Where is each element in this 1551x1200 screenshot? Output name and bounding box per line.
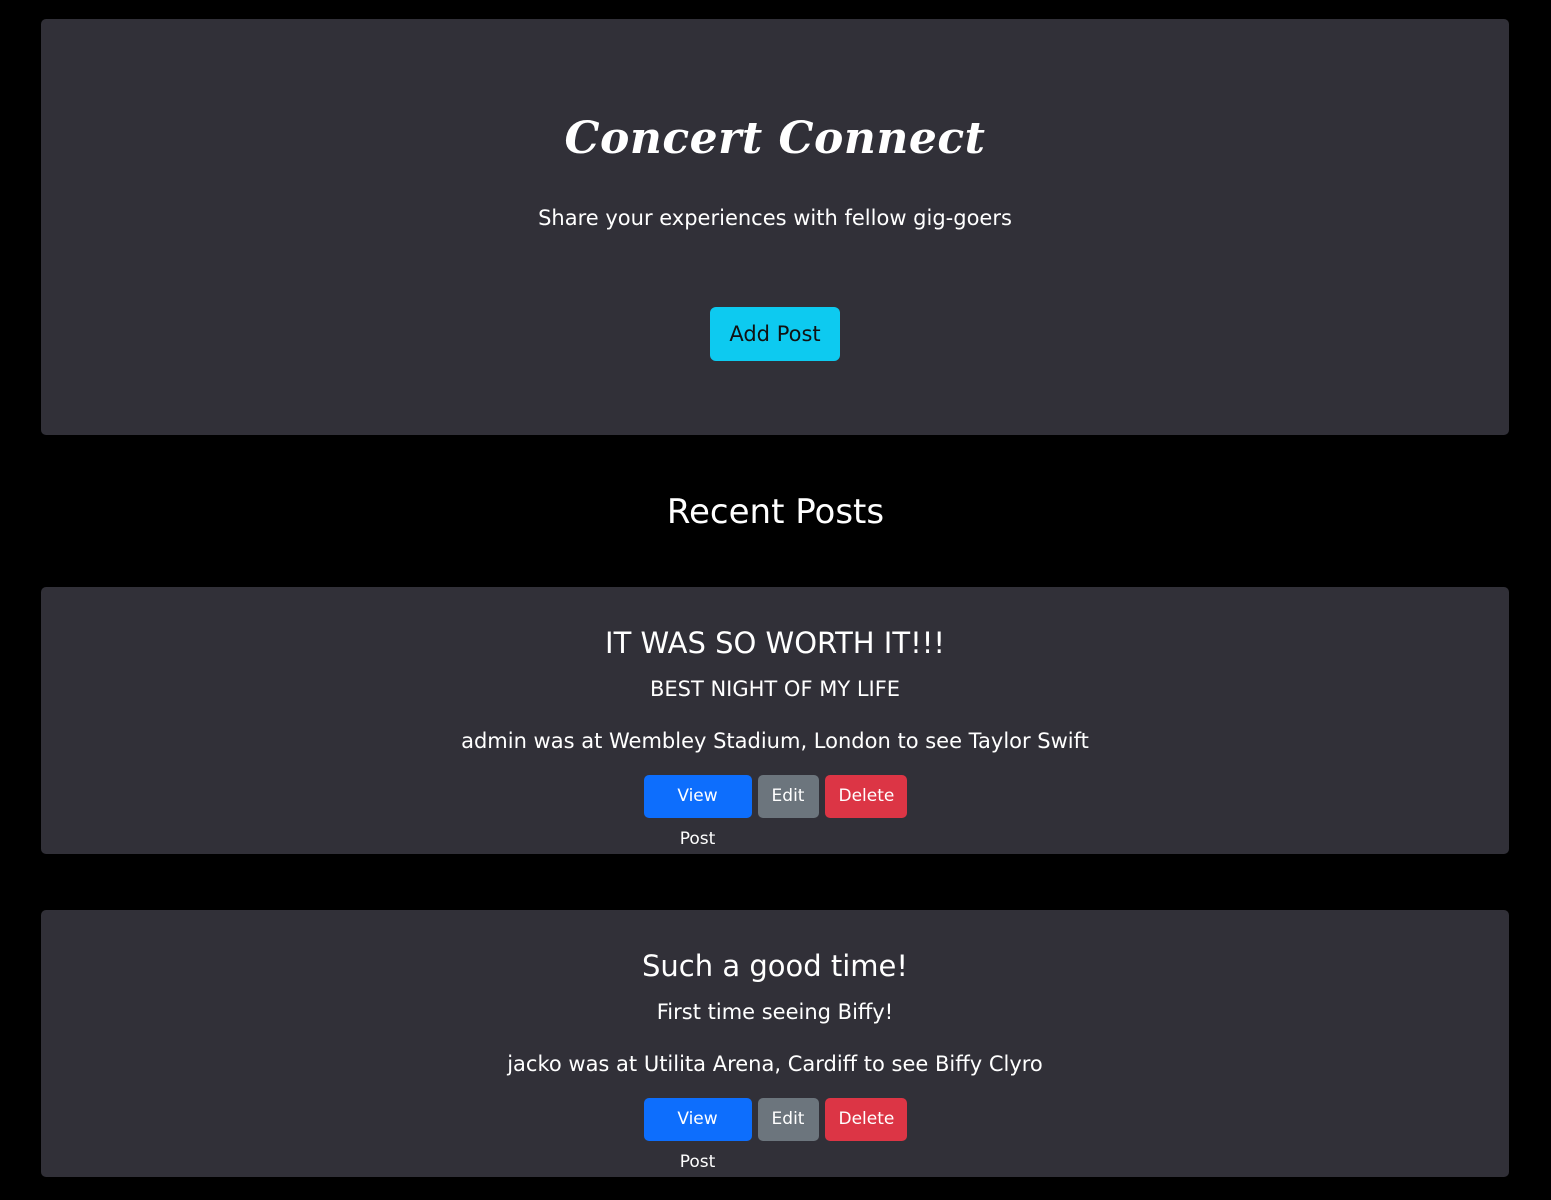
edit-post-button[interactable]: Edit bbox=[757, 1098, 819, 1141]
site-title: Concert Connect bbox=[564, 113, 986, 164]
post-meta: jacko was at Utilita Arena, Cardiff to s… bbox=[507, 1052, 1043, 1076]
post-subtitle: First time seeing Biffy! bbox=[656, 1000, 894, 1024]
site-tagline: Share your experiences with fellow gig-g… bbox=[538, 206, 1012, 230]
hero-banner: Concert Connect Share your experiences w… bbox=[41, 19, 1509, 435]
post-card: IT WAS SO WORTH IT!!! BEST NIGHT OF MY L… bbox=[41, 587, 1509, 854]
view-post-button[interactable]: View Post bbox=[643, 775, 752, 849]
edit-post-button[interactable]: Edit bbox=[757, 775, 819, 818]
post-actions: View Post Edit Delete bbox=[41, 775, 1509, 849]
post-subtitle: BEST NIGHT OF MY LIFE bbox=[649, 677, 901, 701]
post-actions: View Post Edit Delete bbox=[41, 1098, 1509, 1172]
post-title: Such a good time! bbox=[642, 949, 908, 983]
delete-post-button[interactable]: Delete bbox=[824, 775, 907, 818]
recent-posts-heading: Recent Posts bbox=[666, 492, 885, 532]
add-post-button[interactable]: Add Post bbox=[710, 307, 840, 361]
post-title: IT WAS SO WORTH IT!!! bbox=[605, 626, 945, 660]
delete-post-button[interactable]: Delete bbox=[824, 1098, 907, 1141]
view-post-button[interactable]: View Post bbox=[643, 1098, 752, 1172]
post-card: Such a good time! First time seeing Biff… bbox=[41, 910, 1509, 1177]
page: Concert Connect Share your experiences w… bbox=[0, 0, 1551, 1200]
post-meta: admin was at Wembley Stadium, London to … bbox=[461, 729, 1089, 753]
